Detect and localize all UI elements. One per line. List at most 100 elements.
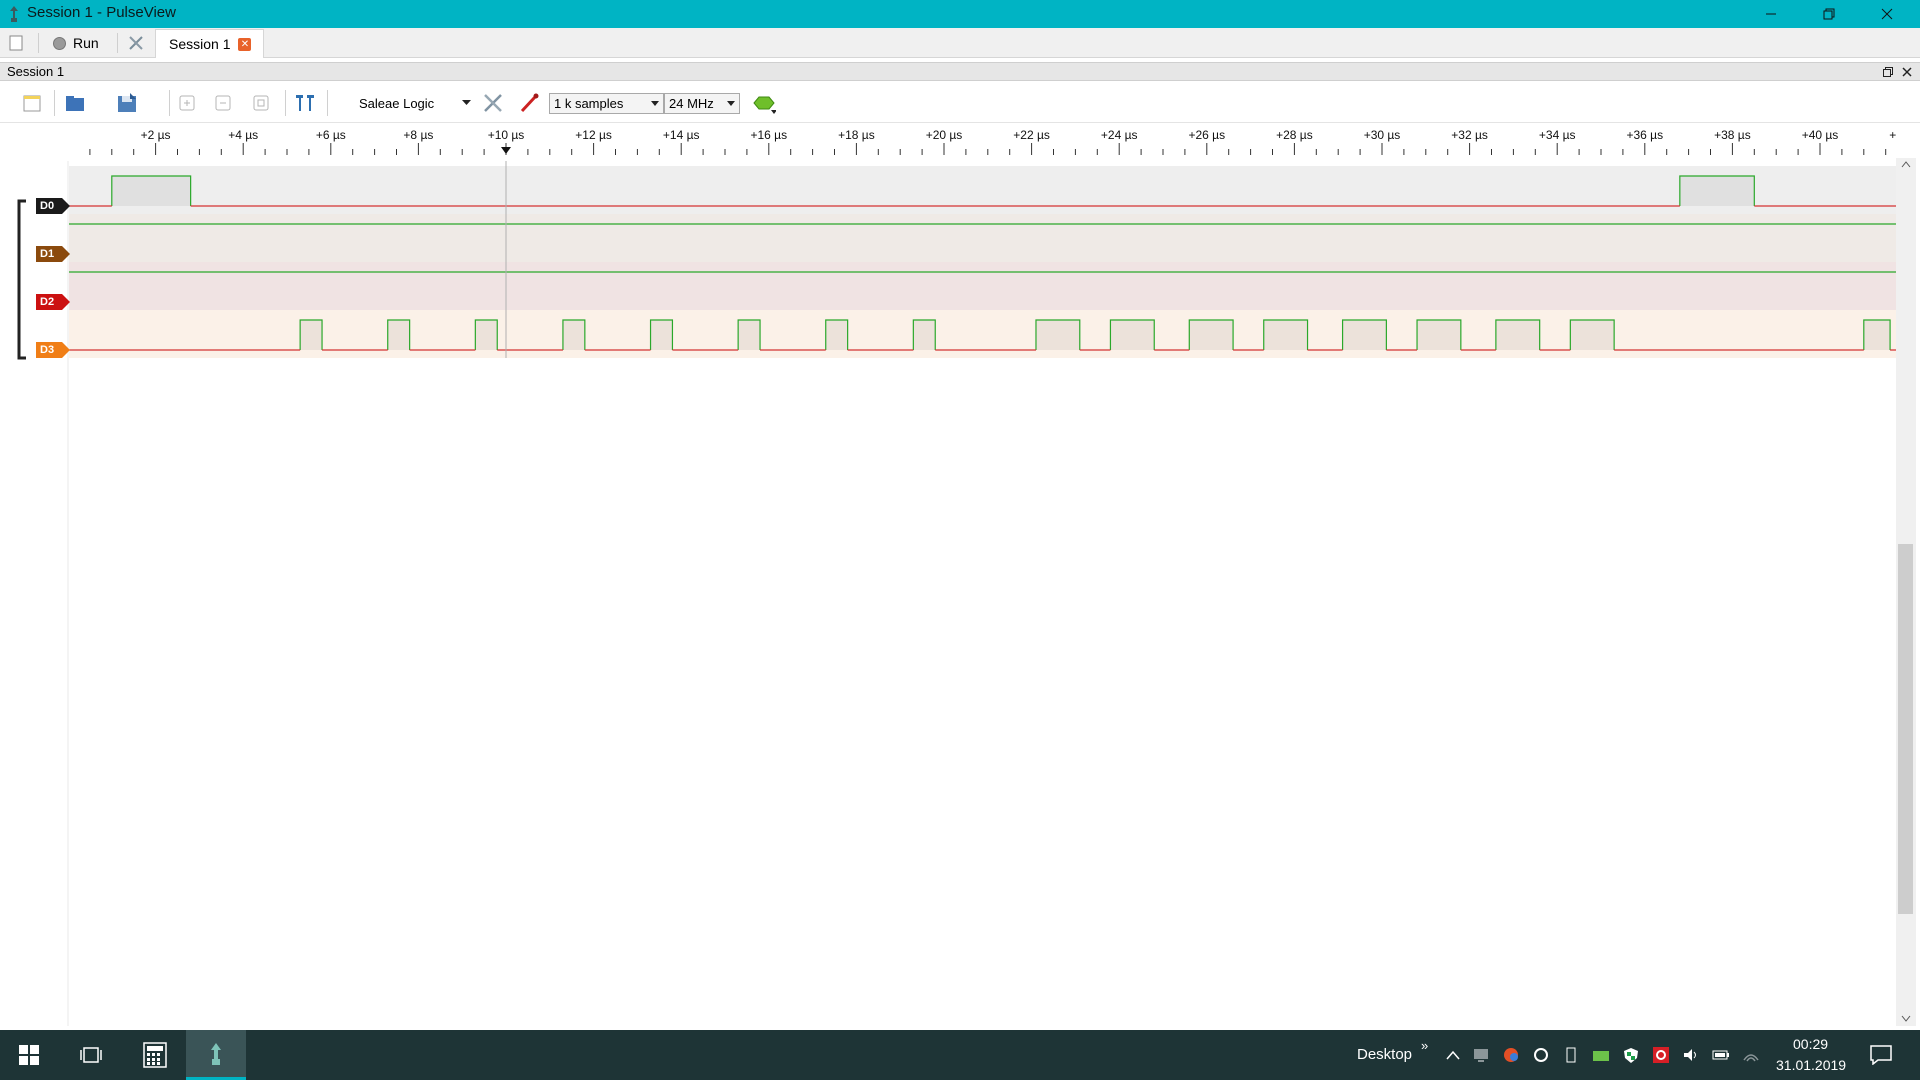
start-button[interactable] — [0, 1030, 58, 1080]
samplerate-select[interactable]: 24 MHz — [664, 93, 740, 114]
device-dropdown-icon[interactable] — [462, 100, 471, 106]
ruler-tick-label: +8 µs — [403, 128, 433, 142]
windows-logo-icon — [19, 1045, 39, 1065]
pulse-fill — [387, 320, 410, 350]
pulse-fill — [650, 320, 673, 350]
close-dock-icon[interactable] — [1902, 67, 1912, 77]
calculator-icon — [143, 1042, 167, 1068]
storage-tray-icon[interactable] — [1592, 1047, 1610, 1063]
battery-icon[interactable] — [1712, 1047, 1730, 1063]
ruler-tick-label: +30 µs — [1364, 128, 1401, 142]
run-button[interactable]: Run — [52, 28, 99, 58]
channel-row-d3 — [69, 310, 1896, 358]
new-document-icon — [9, 35, 23, 51]
minimize-button[interactable] — [1742, 0, 1800, 28]
task-view-button[interactable] — [62, 1030, 120, 1080]
ruler-tick-label: +16 µs — [750, 128, 787, 142]
sync-tray-icon[interactable] — [1532, 1047, 1550, 1063]
pulse-fill — [1570, 320, 1615, 350]
dock-title: Session 1 — [7, 64, 65, 79]
pulse-fill — [1417, 320, 1461, 350]
new-view-button[interactable] — [8, 28, 24, 58]
pulse-fill — [1863, 320, 1891, 350]
channel-label-d1[interactable]: D1 — [36, 246, 70, 262]
session-toolbar: Saleae Logic — [0, 82, 1920, 187]
pulse-fill — [1495, 320, 1540, 350]
zoom-out-button[interactable] — [211, 91, 235, 115]
save-button[interactable] — [115, 91, 139, 115]
new-session-button[interactable] — [20, 91, 44, 115]
separator — [38, 33, 39, 53]
separator — [117, 33, 118, 53]
restore-icon — [1823, 8, 1835, 20]
time-ruler[interactable]: +2 µs +4 µs +6 µs +8 µs +10 µs +12 µs +14 µs +1… — [68, 123, 1896, 161]
trace-view[interactable] — [0, 161, 1920, 1026]
desktop-toolbar-label[interactable]: Desktop — [1357, 1046, 1412, 1063]
probe-config-button[interactable] — [517, 91, 541, 115]
zoom-fit-icon — [253, 95, 269, 111]
float-dock-icon[interactable] — [1883, 67, 1893, 77]
colorful-tray-icon[interactable] — [1502, 1047, 1520, 1063]
ruler-tick-label: +28 µs — [1276, 128, 1313, 142]
trace-canvas — [17, 161, 1896, 1026]
channel-label-d3[interactable]: D3 — [36, 342, 70, 358]
channel-label-d2[interactable]: D2 — [36, 294, 70, 310]
pulse-fill — [913, 320, 936, 350]
monitor-tray-icon[interactable] — [1472, 1047, 1490, 1063]
cursor-marker-icon[interactable] — [501, 147, 511, 154]
ruler-tick-label: +40 µs — [1802, 128, 1839, 142]
ruler-tick-label: +26 µs — [1188, 128, 1225, 142]
ruler-tick-label: +38 µs — [1714, 128, 1751, 142]
chevron-right-icon[interactable]: » — [1421, 1038, 1428, 1053]
ruler-tick-label: +32 µs — [1451, 128, 1488, 142]
tab-close-icon[interactable]: ✕ — [238, 37, 252, 51]
scroll-up-icon[interactable] — [1901, 160, 1911, 168]
tab-session-label: Session 1 — [169, 36, 231, 52]
wifi-icon[interactable] — [1742, 1047, 1760, 1063]
maximize-button[interactable] — [1800, 0, 1858, 28]
cursor-button[interactable] — [293, 91, 317, 115]
zoom-fit-button[interactable] — [249, 91, 273, 115]
chevron-down-icon — [651, 101, 659, 106]
usb-tray-icon[interactable] — [1562, 1047, 1580, 1063]
channel-row-d2 — [69, 262, 1896, 310]
zoom-in-button[interactable] — [175, 91, 199, 115]
channel-label-d0[interactable]: D0 — [36, 198, 70, 214]
configure-device-button[interactable] — [481, 91, 505, 115]
taskbar-calculator[interactable] — [126, 1030, 184, 1080]
sample-count-select[interactable]: 1 k samples — [549, 93, 664, 114]
ruler-tick-label: +22 µs — [1013, 128, 1050, 142]
action-center-icon[interactable] — [1870, 1045, 1892, 1065]
zoom-in-icon — [179, 95, 195, 111]
antivirus-tray-icon[interactable] — [1652, 1047, 1670, 1063]
add-decoder-button[interactable] — [752, 91, 776, 115]
device-selector-label[interactable]: Saleae Logic — [359, 96, 434, 111]
vertical-scrollbar[interactable] — [1896, 158, 1916, 1026]
taskbar-pulseview[interactable] — [186, 1030, 246, 1080]
main-tab-bar: Run Session 1 ✕ — [0, 28, 1920, 58]
pulse-fill — [111, 176, 191, 206]
samplerate-value: 24 MHz — [669, 96, 714, 111]
settings-button[interactable] — [127, 28, 145, 58]
close-window-button[interactable] — [1858, 0, 1916, 28]
ruler-tick-label: +10 µs — [488, 128, 525, 142]
channel-row-d1 — [69, 214, 1896, 262]
ruler-tick-label: +12 µs — [575, 128, 612, 142]
scroll-down-icon[interactable] — [1901, 1015, 1911, 1023]
volume-icon[interactable] — [1682, 1047, 1700, 1063]
ruler-tick-label: +20 µs — [926, 128, 963, 142]
open-button[interactable] — [63, 91, 87, 115]
pulseview-app-icon — [211, 1042, 221, 1065]
chevron-up-icon[interactable] — [1444, 1047, 1462, 1063]
ruler-tick-label: +4 µs — [228, 128, 258, 142]
ruler-tick-label: +6 µs — [316, 128, 346, 142]
sample-count-value: 1 k samples — [554, 96, 624, 111]
channel-group-bracket[interactable] — [17, 199, 26, 360]
security-shield-icon[interactable] — [1622, 1047, 1640, 1063]
zoom-out-icon — [215, 95, 231, 111]
clock-date[interactable]: 31.01.2019 — [1776, 1057, 1846, 1073]
pulse-fill — [300, 320, 323, 350]
scrollbar-thumb[interactable] — [1898, 544, 1913, 914]
clock-time[interactable]: 00:29 — [1793, 1036, 1828, 1052]
tab-session-1[interactable]: Session 1 ✕ — [155, 29, 265, 58]
